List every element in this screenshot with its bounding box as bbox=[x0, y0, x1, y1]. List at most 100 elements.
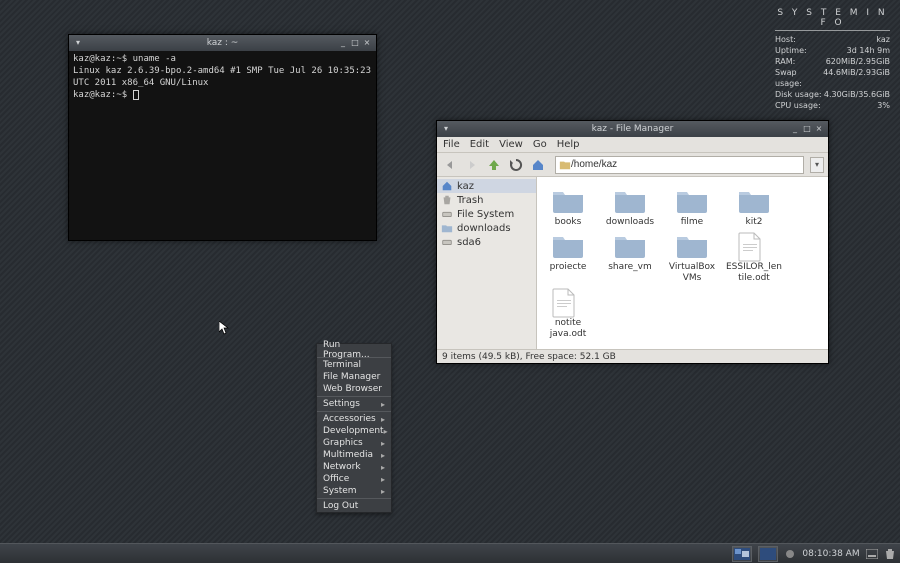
mouse-cursor-icon bbox=[219, 321, 229, 335]
home-button[interactable] bbox=[529, 156, 547, 174]
home-icon bbox=[441, 180, 453, 192]
file-item[interactable]: notite java.odt bbox=[537, 286, 599, 342]
show-desktop-icon[interactable] bbox=[866, 548, 878, 560]
terminal-prompt: kaz@kaz:~$ bbox=[73, 54, 133, 64]
menu-item[interactable]: Settings▸ bbox=[317, 398, 391, 410]
folder-icon bbox=[613, 187, 647, 215]
file-label: notite java.odt bbox=[539, 318, 597, 340]
folder-item[interactable]: share_vm bbox=[599, 230, 661, 286]
folder-item[interactable]: VirtualBox VMs bbox=[661, 230, 723, 286]
menu-file[interactable]: File bbox=[443, 139, 460, 150]
maximize-button[interactable]: □ bbox=[350, 38, 360, 48]
menu-edit[interactable]: Edit bbox=[470, 139, 489, 150]
folder-item[interactable]: filme bbox=[661, 185, 723, 230]
folder-item[interactable]: proiecte bbox=[537, 230, 599, 286]
drive-icon bbox=[441, 236, 453, 248]
filemanager-title: kaz - File Manager bbox=[481, 124, 784, 134]
window-menu-button[interactable]: ▾ bbox=[73, 38, 83, 48]
filemanager-content[interactable]: books downloads filme kit2 proiecte share_vm V… bbox=[537, 177, 828, 349]
workspace-switcher-1[interactable] bbox=[732, 546, 752, 562]
location-input[interactable] bbox=[571, 159, 800, 170]
menu-item[interactable]: Terminal bbox=[317, 359, 391, 371]
terminal-output: Linux kaz 2.6.39-bpo.2-amd64 #1 SMP Tue … bbox=[73, 66, 376, 88]
sysinfo-row: CPU usage:3% bbox=[775, 100, 890, 111]
sidebar-item-sda6[interactable]: sda6 bbox=[437, 235, 536, 249]
close-button[interactable]: × bbox=[362, 38, 372, 48]
file-item[interactable]: ESSILOR_lentile.odt bbox=[723, 230, 785, 286]
menu-item[interactable]: Graphics▸ bbox=[317, 437, 391, 449]
clock[interactable]: 08:10:38 AM bbox=[802, 549, 860, 559]
submenu-arrow-icon: ▸ bbox=[381, 439, 385, 448]
menu-item[interactable]: Development▸ bbox=[317, 425, 391, 437]
menu-item[interactable]: System▸ bbox=[317, 485, 391, 497]
close-button[interactable]: × bbox=[814, 124, 824, 134]
terminal-content[interactable]: kaz@kaz:~$ uname -a Linux kaz 2.6.39-bpo… bbox=[69, 51, 376, 240]
filemanager-titlebar[interactable]: ▾ kaz - File Manager _ □ × bbox=[437, 121, 828, 137]
minimize-button[interactable]: _ bbox=[790, 124, 800, 134]
minimize-button[interactable]: _ bbox=[338, 38, 348, 48]
back-button[interactable] bbox=[441, 156, 459, 174]
terminal-window[interactable]: ▾ kaz : ~ _ □ × kaz@kaz:~$ uname -a Linu… bbox=[68, 34, 377, 241]
terminal-title: kaz : ~ bbox=[113, 38, 332, 48]
desktop-context-menu[interactable]: Run Program... TerminalFile ManagerWeb Br… bbox=[316, 343, 392, 513]
menu-item[interactable]: File Manager bbox=[317, 371, 391, 383]
menu-item[interactable]: Web Browser bbox=[317, 383, 391, 395]
terminal-titlebar[interactable]: ▾ kaz : ~ _ □ × bbox=[69, 35, 376, 51]
menu-item[interactable]: Log Out bbox=[317, 500, 391, 512]
sysinfo-row: Disk usage:4.30GiB/35.6GiB bbox=[775, 89, 890, 100]
sidebar-item-trash[interactable]: Trash bbox=[437, 193, 536, 207]
file-label: books bbox=[555, 217, 582, 228]
menu-item[interactable]: Network▸ bbox=[317, 461, 391, 473]
folder-icon bbox=[551, 232, 585, 260]
trash-icon bbox=[441, 194, 453, 206]
taskbar: 08:10:38 AM bbox=[0, 543, 900, 563]
terminal-command: uname -a bbox=[133, 54, 176, 64]
location-bar[interactable] bbox=[555, 156, 804, 174]
document-icon bbox=[551, 288, 585, 316]
submenu-arrow-icon: ▸ bbox=[381, 463, 385, 472]
drive-icon bbox=[441, 208, 453, 220]
filemanager-statusbar: 9 items (49.5 kB), Free space: 52.1 GB bbox=[437, 349, 828, 363]
menu-item[interactable]: Office▸ bbox=[317, 473, 391, 485]
folder-icon bbox=[737, 187, 771, 215]
folder-icon bbox=[613, 232, 647, 260]
up-button[interactable] bbox=[485, 156, 503, 174]
sidebar-item-home[interactable]: kaz bbox=[437, 179, 536, 193]
workspace-switcher-2[interactable] bbox=[758, 546, 778, 562]
sysinfo-row: Swap usage:44.6MiB/2.93GiB bbox=[775, 67, 890, 89]
folder-item[interactable]: downloads bbox=[599, 185, 661, 230]
menu-separator bbox=[317, 411, 391, 412]
menu-view[interactable]: View bbox=[499, 139, 523, 150]
menu-item[interactable]: Multimedia▸ bbox=[317, 449, 391, 461]
system-info-panel: S Y S T E M I N F O Host:kaz Uptime:3d 1… bbox=[775, 8, 890, 111]
file-label: proiecte bbox=[550, 262, 587, 273]
folder-item[interactable]: books bbox=[537, 185, 599, 230]
folder-icon bbox=[551, 187, 585, 215]
menu-item[interactable]: Accessories▸ bbox=[317, 413, 391, 425]
filemanager-sidebar: kaz Trash File System downloads sda6 bbox=[437, 177, 537, 349]
folder-item[interactable]: kit2 bbox=[723, 185, 785, 230]
menu-separator bbox=[317, 396, 391, 397]
document-icon bbox=[737, 232, 771, 260]
window-menu-button[interactable]: ▾ bbox=[441, 124, 451, 134]
file-label: share_vm bbox=[608, 262, 652, 273]
menu-help[interactable]: Help bbox=[557, 139, 580, 150]
file-manager-window[interactable]: ▾ kaz - File Manager _ □ × File Edit Vie… bbox=[436, 120, 829, 364]
sidebar-item-filesystem[interactable]: File System bbox=[437, 207, 536, 221]
maximize-button[interactable]: □ bbox=[802, 124, 812, 134]
file-label: downloads bbox=[606, 217, 654, 228]
menu-separator bbox=[317, 498, 391, 499]
location-dropdown[interactable]: ▾ bbox=[810, 157, 824, 173]
folder-icon bbox=[675, 232, 709, 260]
sysinfo-row: RAM:620MiB/2.95GiB bbox=[775, 56, 890, 67]
system-tray bbox=[784, 548, 796, 560]
menu-go[interactable]: Go bbox=[533, 139, 547, 150]
file-label: filme bbox=[681, 217, 703, 228]
tray-icon[interactable] bbox=[784, 548, 796, 560]
forward-button[interactable] bbox=[463, 156, 481, 174]
menu-item[interactable]: Run Program... bbox=[317, 344, 391, 356]
submenu-arrow-icon: ▸ bbox=[381, 475, 385, 484]
sidebar-item-downloads[interactable]: downloads bbox=[437, 221, 536, 235]
trash-tray-icon[interactable] bbox=[884, 548, 896, 560]
reload-button[interactable] bbox=[507, 156, 525, 174]
